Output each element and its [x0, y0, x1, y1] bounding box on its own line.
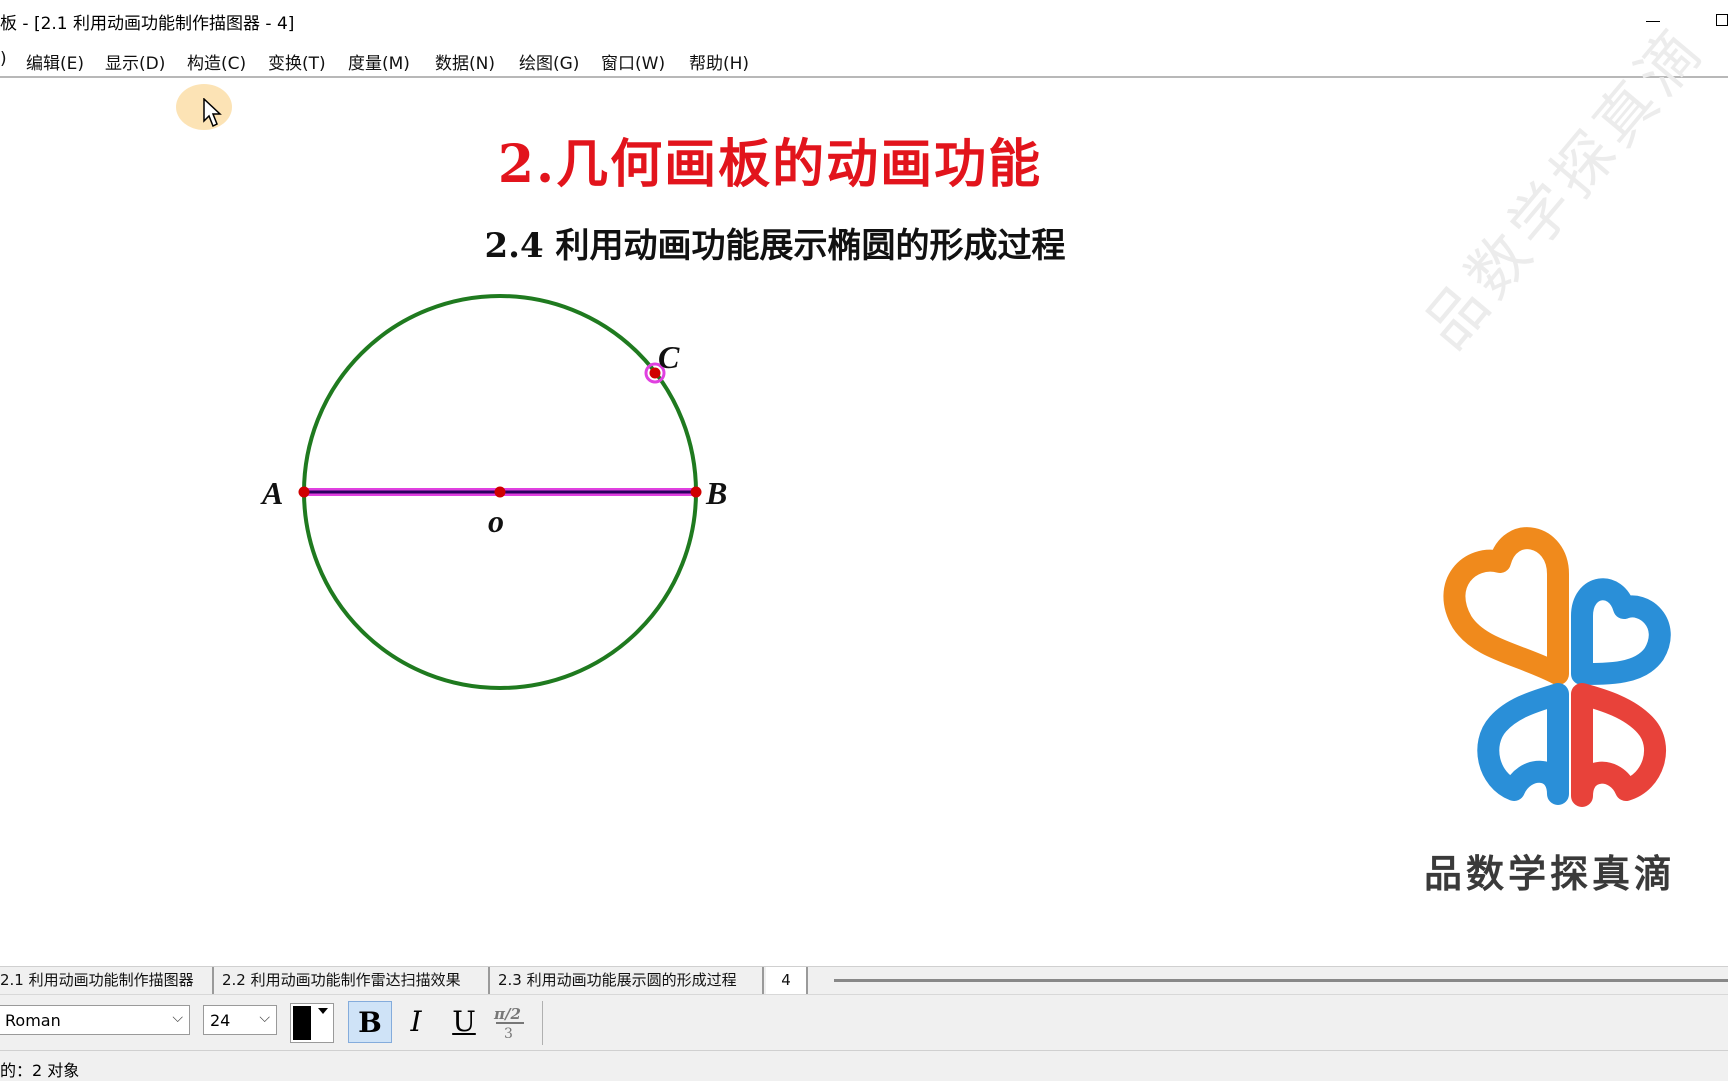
label-a[interactable]: A [260, 475, 283, 511]
math-format-icon: π/2 3 [493, 1005, 524, 1042]
status-bar: 的：2 对象 [0, 1050, 1728, 1081]
chevron-down-icon: ⌵ [259, 1010, 270, 1026]
page-tab-1[interactable]: 2.1 利用动画功能制作描图器 [0, 967, 214, 994]
menu-measure[interactable]: 度量(M) [348, 49, 410, 74]
brand-logo-icon [1443, 527, 1671, 807]
window-title: 板 - [2.1 利用动画功能制作描图器 - 4] [0, 14, 295, 34]
menu-file-partial[interactable]: ) [0, 49, 7, 69]
label-b[interactable]: B [705, 475, 727, 511]
horizontal-scrollbar[interactable] [834, 979, 1728, 982]
menu-bar: ) 编辑(E) 显示(D) 构造(C) 变换(T) 度量(M) 数据(N) 绘图… [0, 40, 1728, 130]
bold-button[interactable]: B [348, 1001, 392, 1043]
font-size-value: 24 [210, 1011, 231, 1030]
svg-text:3: 3 [504, 1026, 513, 1041]
menu-graph[interactable]: 绘图(G) [519, 49, 579, 74]
font-size-select[interactable]: 24 ⌵ [203, 1005, 277, 1035]
font-family-value: Roman [5, 1011, 61, 1030]
italic-button[interactable]: I [394, 1001, 438, 1043]
text-format-toolbar: Roman ⌵ 24 ⌵ B I U π/2 3 [0, 994, 1728, 1051]
color-swatch [293, 1006, 311, 1040]
geometry-figure: A B C o [260, 294, 727, 690]
menu-construct[interactable]: 构造(C) [187, 49, 246, 74]
toolbar-separator [542, 1001, 543, 1045]
menu-display[interactable]: 显示(D) [105, 49, 165, 74]
point-o[interactable] [494, 486, 506, 498]
menu-help[interactable]: 帮助(H) [689, 49, 749, 74]
status-text: 的：2 对象 [0, 1061, 80, 1080]
page-tab-4-active[interactable]: 4 [766, 967, 808, 994]
dropdown-arrow-icon [318, 1008, 328, 1014]
title-bar: 板 - [2.1 利用动画功能制作描图器 - 4] [0, 0, 1728, 40]
svg-text:π/2: π/2 [493, 1005, 521, 1023]
point-a[interactable] [298, 486, 310, 498]
label-o[interactable]: o [488, 503, 504, 539]
menu-edit[interactable]: 编辑(E) [26, 49, 84, 74]
math-format-button[interactable]: π/2 3 [488, 1001, 532, 1043]
menu-window[interactable]: 窗口(W) [601, 49, 665, 74]
page-tab-bar: 2.1 利用动画功能制作描图器 2.2 利用动画功能制作雷达扫描效果 2.3 利… [0, 966, 1728, 995]
menu-data[interactable]: 数据(N) [435, 49, 495, 74]
page-tab-3[interactable]: 2.3 利用动画功能展示圆的形成过程 [492, 967, 764, 994]
point-b[interactable] [690, 486, 702, 498]
maximize-button[interactable] [1700, 4, 1728, 36]
page-tab-2[interactable]: 2.2 利用动画功能制作雷达扫描效果 [216, 967, 490, 994]
chevron-down-icon: ⌵ [172, 1010, 183, 1026]
menu-transform[interactable]: 变换(T) [268, 49, 326, 74]
text-color-button[interactable] [290, 1003, 334, 1043]
sketch-canvas[interactable]: 品数学探真滴 2.几何画板的动画功能 2.4 利用动画功能展示椭圆的形成过程 A… [0, 14, 1728, 968]
label-c[interactable]: C [658, 339, 680, 375]
underline-button[interactable]: U [442, 1001, 486, 1043]
brand-name: 品数学探真滴 [1424, 852, 1677, 896]
font-family-select[interactable]: Roman ⌵ [0, 1005, 190, 1035]
